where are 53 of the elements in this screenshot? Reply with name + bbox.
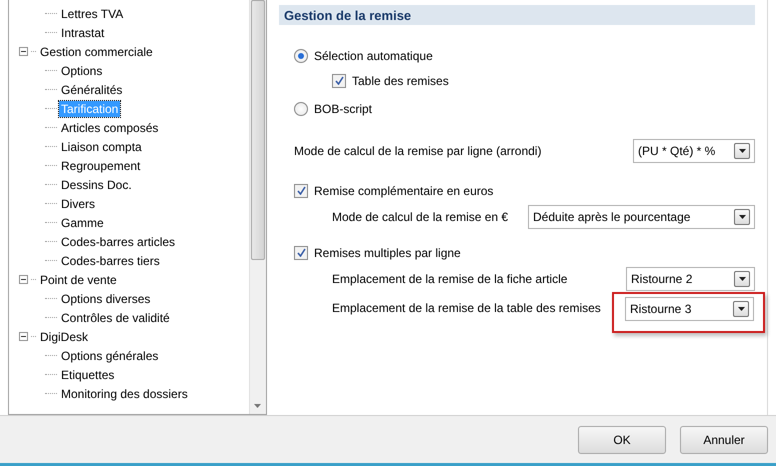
tree-item[interactable]: Divers bbox=[59, 196, 98, 212]
tree-item[interactable]: Généralités bbox=[59, 82, 124, 98]
tree-item[interactable]: Point de vente bbox=[38, 272, 119, 288]
tree-item[interactable]: Articles composés bbox=[59, 120, 160, 136]
dropdown[interactable]: Ristourne 3 bbox=[625, 297, 754, 321]
field-label: Emplacement de la remise de la table des remises bbox=[332, 301, 601, 315]
radio-label: Sélection automatique bbox=[314, 48, 433, 62]
checkbox-label: Remises multiples par ligne bbox=[314, 246, 461, 260]
field-label: Mode de calcul de la remise par ligne (arrondi) bbox=[294, 144, 542, 158]
checkbox-label: Remise complémentaire en euros bbox=[314, 184, 494, 198]
tree-item[interactable]: Options diverses bbox=[59, 290, 152, 306]
checkbox[interactable] bbox=[294, 246, 308, 260]
scroll-down-icon[interactable] bbox=[254, 404, 261, 408]
tree-item[interactable]: Dessins Doc. bbox=[59, 176, 134, 192]
field-label: Emplacement de la remise de la fiche article bbox=[332, 272, 568, 286]
tree-item[interactable]: Liaison compta bbox=[59, 138, 144, 154]
dialog-button[interactable]: Annuler bbox=[680, 426, 768, 454]
tree-item[interactable]: Contrôles de validité bbox=[59, 310, 172, 326]
radio-button[interactable] bbox=[294, 102, 308, 116]
tree-item[interactable]: Regroupement bbox=[59, 158, 142, 174]
scrollbar[interactable] bbox=[249, 0, 266, 414]
tree-item[interactable]: Options générales bbox=[59, 348, 160, 364]
tree-item[interactable]: Options bbox=[59, 62, 104, 78]
tree-item[interactable]: Codes-barres articles bbox=[59, 234, 178, 250]
dropdown[interactable]: Ristourne 2 bbox=[626, 267, 755, 291]
checkbox-label: Table des remises bbox=[352, 74, 449, 88]
checkbox[interactable] bbox=[332, 74, 346, 88]
caret-icon bbox=[734, 271, 750, 287]
minus-icon bbox=[21, 49, 26, 54]
tree-item[interactable]: Lettres TVA bbox=[59, 6, 126, 22]
collapse-toggle[interactable] bbox=[19, 275, 28, 284]
caret-icon bbox=[733, 301, 749, 317]
section-header: Gestion de la remise bbox=[279, 5, 755, 25]
tree-item[interactable]: Etiquettes bbox=[59, 366, 116, 382]
tree-item[interactable]: Gestion commerciale bbox=[38, 44, 155, 60]
dropdown[interactable]: Déduite après le pourcentage bbox=[528, 205, 755, 229]
caret-icon bbox=[734, 209, 750, 225]
tree-item[interactable]: Monitoring des dossiers bbox=[59, 386, 190, 402]
tree-item[interactable]: Intrastat bbox=[59, 24, 106, 40]
radio-button[interactable] bbox=[294, 48, 308, 62]
dialog-button[interactable]: OK bbox=[578, 426, 666, 454]
tree-item[interactable]: DigiDesk bbox=[38, 328, 90, 344]
field-label: Mode de calcul de la remise en € bbox=[332, 210, 508, 224]
collapse-toggle[interactable] bbox=[19, 47, 28, 56]
minus-icon bbox=[21, 334, 26, 339]
checkbox[interactable] bbox=[294, 184, 308, 198]
dropdown[interactable]: (PU * Qté) * % bbox=[633, 139, 755, 163]
minus-icon bbox=[21, 277, 26, 282]
tree-item[interactable]: Codes-barres tiers bbox=[59, 252, 162, 268]
collapse-toggle[interactable] bbox=[19, 332, 28, 341]
tree-item[interactable]: Gamme bbox=[59, 214, 106, 230]
radio-label: BOB-script bbox=[314, 102, 372, 116]
caret-icon bbox=[734, 143, 750, 159]
